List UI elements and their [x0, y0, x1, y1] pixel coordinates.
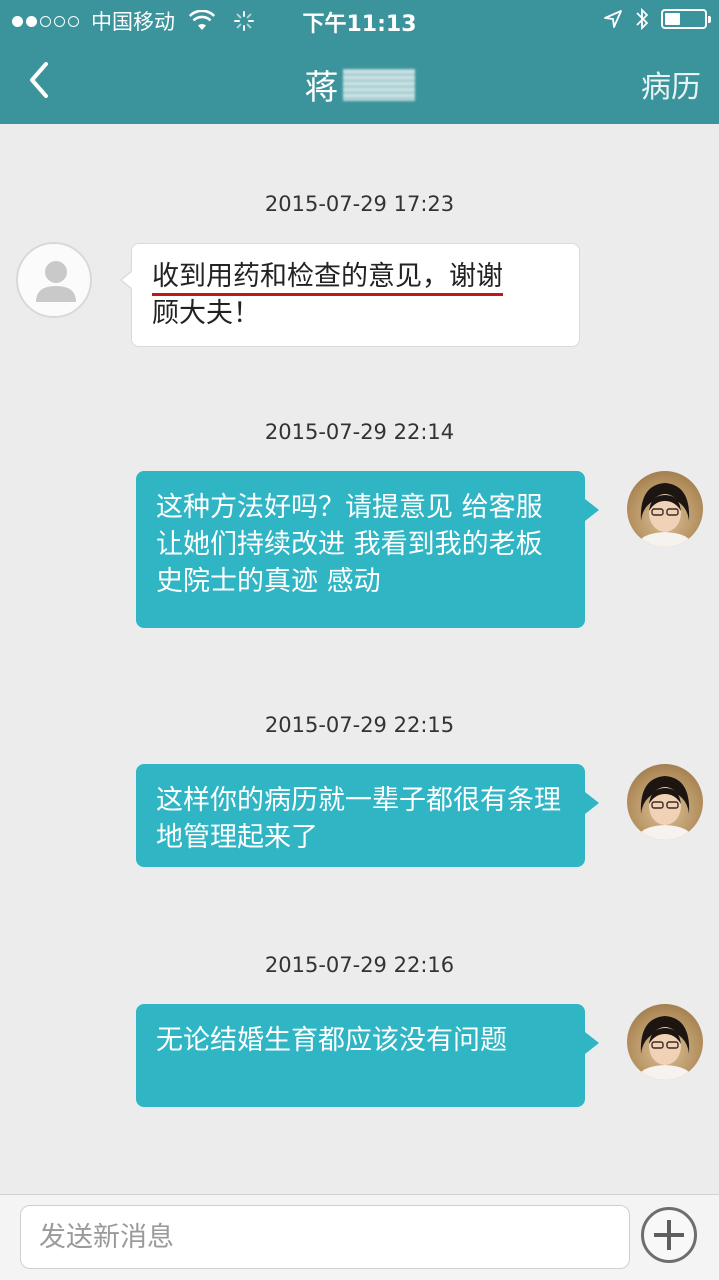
message-text: 无论结婚生育都应该没有问题	[156, 1025, 507, 1056]
contact-name: 蒋	[304, 68, 339, 108]
page-title: 蒋	[0, 60, 719, 109]
message-text: 这样你的病历就一辈子都很有条理地管理起来了	[156, 785, 561, 853]
plus-circle-icon[interactable]	[641, 1207, 697, 1263]
message-bubble-sent[interactable]: 这样你的病历就一辈子都很有条理地管理起来了	[136, 764, 599, 867]
message-text: 这种方法好吗？请提意见 给客服 让她们持续改进 我看到我的老板史院士的真迹 感动	[156, 492, 543, 597]
doctor-avatar[interactable]	[627, 471, 703, 547]
battery-icon	[661, 9, 711, 29]
user-silhouette-icon	[36, 261, 76, 302]
message-text-line2: 顾大夫！	[152, 298, 260, 329]
navigation-bar: 蒋 病历	[0, 40, 719, 124]
message-timestamp: 2015-07-29 22:16	[264, 953, 455, 977]
message-timestamp: 2015-07-29 17:23	[264, 192, 455, 216]
message-input-bar	[0, 1194, 719, 1280]
location-arrow-icon	[604, 10, 622, 28]
message-timestamp: 2015-07-29 22:15	[264, 713, 455, 737]
message-bubble-sent[interactable]: 无论结婚生育都应该没有问题	[136, 1004, 599, 1107]
message-timestamp: 2015-07-29 22:14	[264, 420, 455, 444]
bluetooth-icon	[636, 7, 649, 31]
message-bubble-sent[interactable]: 这种方法好吗？请提意见 给客服 让她们持续改进 我看到我的老板史院士的真迹 感动	[136, 471, 599, 628]
message-text-line1: 收到用药和检查的意见，谢谢	[152, 261, 503, 296]
header: 中国移动 下午11:13 蒋 病历	[0, 0, 719, 124]
chat-area[interactable]: 2015-07-29 17:23 收到用药和检查的意见，谢谢 顾大夫！ 2015…	[0, 124, 719, 1194]
medical-record-button[interactable]: 病历	[641, 62, 701, 106]
doctor-portrait-icon	[637, 1016, 693, 1080]
default-avatar[interactable]	[16, 242, 92, 318]
doctor-avatar[interactable]	[627, 1004, 703, 1080]
message-bubble-received[interactable]: 收到用药和检查的意见，谢谢 顾大夫！	[120, 243, 580, 347]
doctor-avatar[interactable]	[627, 764, 703, 840]
doctor-portrait-icon	[637, 776, 693, 840]
status-bar: 中国移动 下午11:13	[0, 0, 719, 40]
doctor-portrait-icon	[637, 483, 693, 547]
blurred-name-redaction	[342, 68, 415, 101]
message-input[interactable]	[20, 1205, 630, 1269]
